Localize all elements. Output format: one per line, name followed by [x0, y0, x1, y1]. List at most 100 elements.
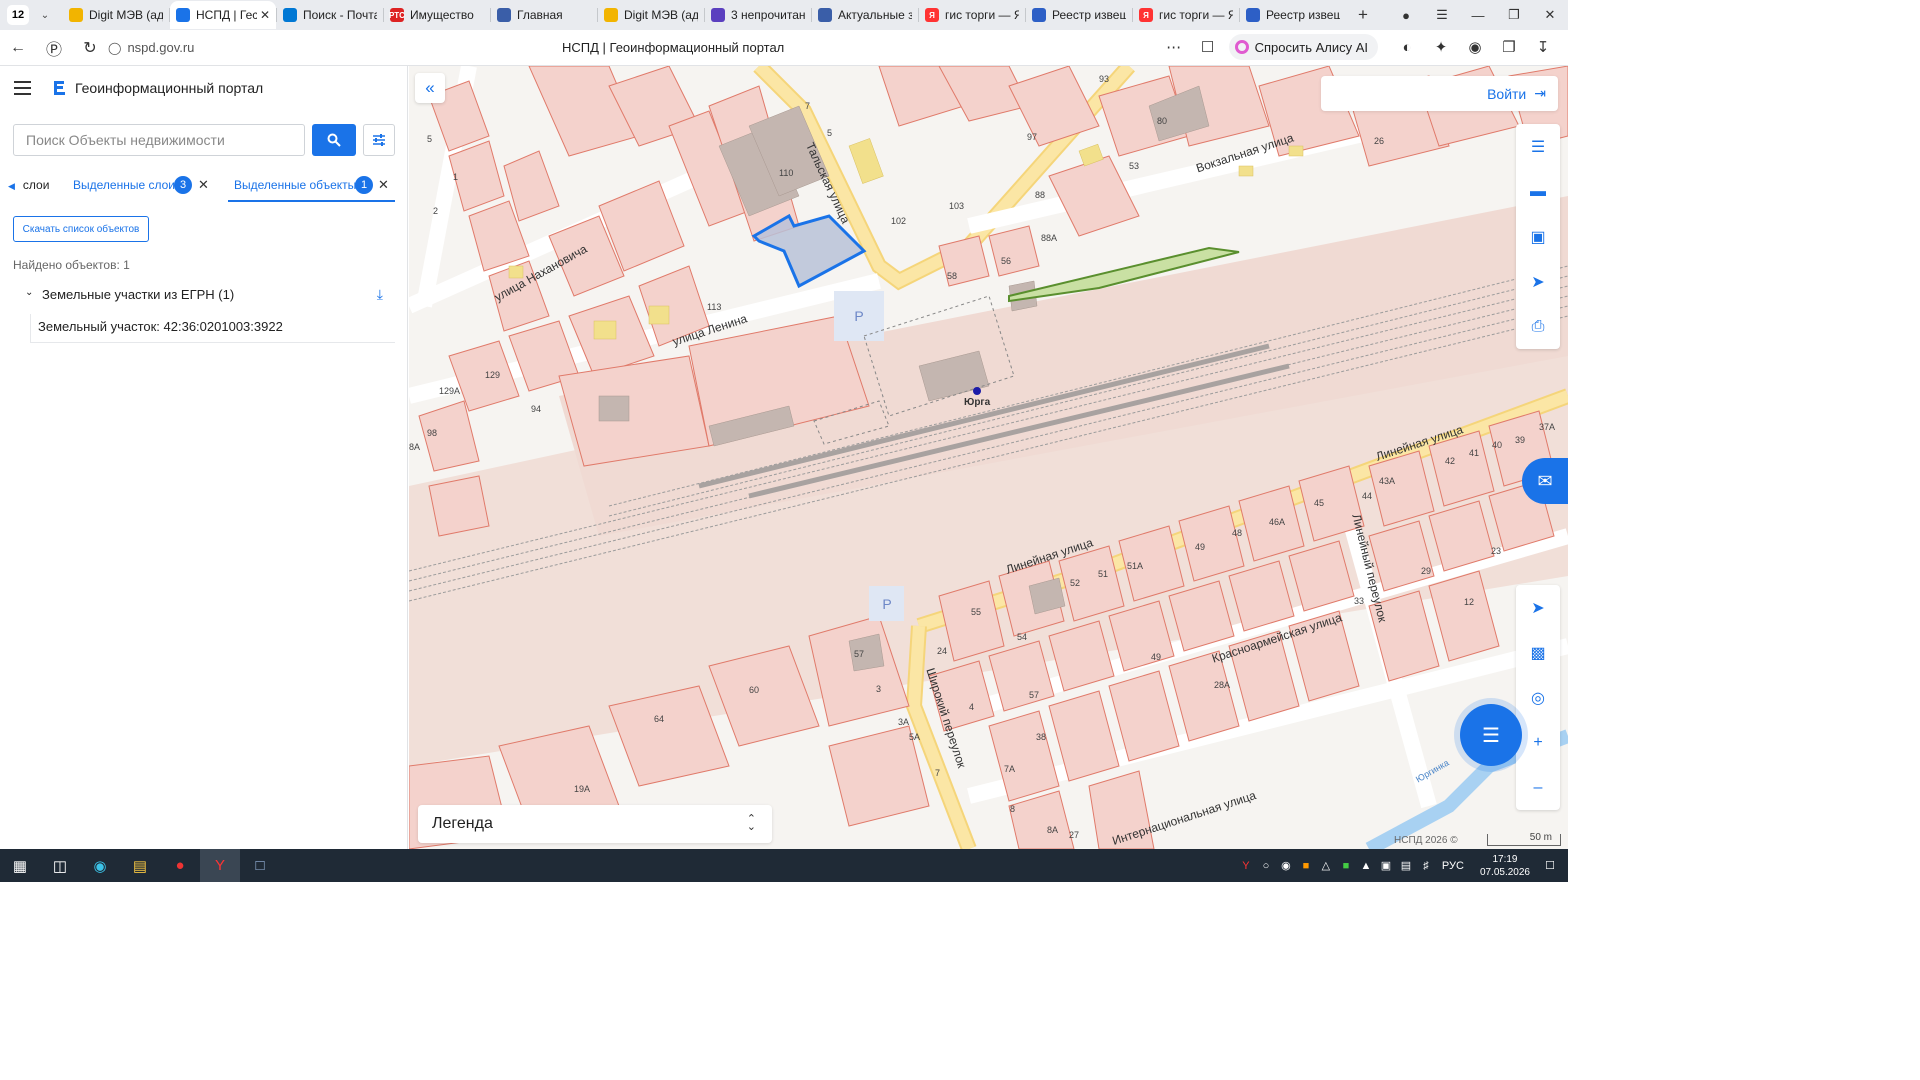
expand-icon[interactable]: ⌃ ⌄ — [747, 814, 756, 833]
extension-icon[interactable]: ◐ — [1390, 39, 1424, 56]
yandex-browser-icon[interactable]: Y — [200, 849, 240, 882]
tray-yandex-icon[interactable]: Y — [1236, 860, 1256, 872]
edge-icon[interactable]: ◉ — [80, 849, 120, 882]
close-selected-layers-icon[interactable]: ✕ — [198, 177, 209, 193]
login-button[interactable]: Войти ⇥ — [1321, 76, 1558, 111]
extension-circle-icon[interactable]: ◉ — [1458, 38, 1492, 56]
download-list-button[interactable]: Скачать список объектов — [13, 216, 149, 242]
browser-tab[interactable]: Реестр извещ — [1026, 1, 1132, 29]
clock[interactable]: 17:19 07.05.2026 — [1480, 853, 1530, 879]
tray-app-icon[interactable]: ▣ — [1376, 859, 1396, 872]
collections-icon[interactable]: ❐ — [1492, 38, 1526, 56]
system-tray: Y ○ ◉ ■ △ ■ ▲ ▣ ▤ ♯ РУС 17:19 07.05.2026 … — [1236, 849, 1560, 882]
chat-fab-button[interactable]: ☰ — [1460, 704, 1522, 766]
legend-panel[interactable]: Легенда ⌃ ⌄ — [418, 805, 772, 843]
tab-title: Имущество — [410, 8, 474, 22]
search-input[interactable]: Поиск Объекты недвижимости — [13, 124, 305, 156]
tab-selected-layers[interactable]: Выделенные слои — [73, 178, 175, 192]
browser-tab[interactable]: Реестр извещ — [1240, 1, 1346, 29]
ruler-icon[interactable]: ▬ — [1516, 169, 1560, 214]
notifications-icon[interactable]: ☐ — [1540, 859, 1560, 872]
house-number: 5 — [427, 134, 433, 144]
start-button[interactable]: ▦ — [0, 849, 40, 882]
minimap-icon[interactable]: ▩ — [1516, 630, 1560, 675]
volume-icon[interactable]: ♯ — [1416, 860, 1436, 872]
zoom-in-button[interactable]: + — [1516, 720, 1560, 765]
close-selected-objects-icon[interactable]: ✕ — [378, 177, 389, 193]
menu-burger-icon[interactable] — [14, 81, 31, 95]
geolocation-icon[interactable]: ◎ — [1516, 675, 1560, 720]
browser-tab[interactable]: Ягис торги — Я — [919, 1, 1025, 29]
browser-tab[interactable]: Ягис торги — Я — [1133, 1, 1239, 29]
collapse-sidebar-button[interactable]: « — [415, 73, 445, 103]
tray-app-icon[interactable]: ▲ — [1356, 860, 1376, 872]
tab-count-button[interactable]: 12 — [7, 5, 29, 25]
sliders-icon — [373, 134, 385, 146]
close-tab-icon[interactable]: ✕ — [260, 8, 270, 22]
minimize-button[interactable]: — — [1460, 8, 1496, 23]
shield-icon: ◯ — [108, 40, 122, 55]
browser-tab[interactable]: Digit МЭВ (ад — [598, 1, 704, 29]
yandex-home-icon[interactable]: Ⓟ — [36, 36, 72, 60]
print-icon[interactable]: ⎙ — [1516, 304, 1560, 349]
browser-tab[interactable]: РТС Имущество — [384, 1, 490, 29]
browser-tab[interactable]: 3 непрочитан — [705, 1, 811, 29]
support-chat-tab[interactable]: ✉ — [1522, 458, 1568, 504]
alice-button[interactable]: Спросить Алису AI — [1228, 34, 1378, 60]
browser-tab[interactable]: НСПД | Гес ✕ — [170, 1, 276, 29]
close-window-button[interactable]: ✕ — [1532, 7, 1568, 23]
tab-title: гис торги — Я — [945, 8, 1019, 22]
tray-app-icon[interactable]: ○ — [1256, 860, 1276, 872]
filter-settings-button[interactable] — [363, 124, 395, 156]
new-tab-button[interactable]: + — [1352, 5, 1374, 25]
app-icon[interactable]: □ — [240, 849, 280, 882]
sidebar-panel: Геоинформационный портал Поиск Объекты н… — [0, 66, 408, 849]
house-number: 129 — [485, 370, 501, 380]
browser-tab[interactable]: Digit МЭВ (ад — [63, 1, 169, 29]
list-item[interactable]: Земельный участок: 42:36:0201003:3922 — [30, 314, 395, 343]
house-number: 129А — [439, 386, 461, 396]
tab-selected-objects[interactable]: Выделенные объекты — [234, 178, 356, 192]
search-button[interactable] — [312, 124, 356, 156]
language-indicator[interactable]: РУС — [1442, 860, 1464, 872]
tab-title: Реестр извещ — [1266, 8, 1340, 22]
tab-list-chevron-icon[interactable]: ⌄ — [35, 10, 55, 21]
back-button[interactable]: ← — [0, 39, 36, 57]
locate-icon[interactable]: ➤ — [1516, 585, 1560, 630]
zoom-out-button[interactable]: – — [1516, 765, 1560, 810]
explorer-icon[interactable]: ▤ — [120, 849, 160, 882]
browser-tab[interactable]: Главная — [491, 1, 597, 29]
kaspersky-icon[interactable]: ✦ — [1424, 38, 1458, 56]
tab-layers[interactable]: ◀ слои — [8, 178, 49, 192]
scale-bar: 50 m — [1487, 833, 1561, 846]
house-number: 56 — [1001, 256, 1012, 266]
task-view-icon[interactable]: ◫ — [40, 849, 80, 882]
svg-text:P: P — [854, 308, 863, 324]
profile-icon[interactable]: ● — [1388, 8, 1424, 23]
url-field[interactable]: ◯ nspd.gov.ru — [108, 40, 194, 55]
tray-network-icon[interactable]: ▤ — [1396, 859, 1416, 872]
house-number: 28А — [1214, 680, 1231, 690]
restore-button[interactable]: ❐ — [1496, 7, 1532, 23]
alice-icon — [1234, 40, 1249, 54]
group-land-plots[interactable]: ⌄ Земельные участки из ЕГРН (1) ⤓ — [25, 286, 395, 306]
bookmark-icon[interactable]: ☐ — [1191, 38, 1225, 56]
download-icon[interactable]: ⤓ — [377, 286, 383, 303]
share-icon[interactable]: ➤ — [1516, 259, 1560, 304]
tray-app-icon[interactable]: ◉ — [1276, 859, 1296, 872]
select-area-icon[interactable]: ▣ — [1516, 214, 1560, 259]
tray-app-icon[interactable]: △ — [1316, 859, 1336, 872]
reload-button[interactable]: ↻ — [72, 38, 108, 58]
app-circle-icon[interactable]: ● — [160, 849, 200, 882]
download-icon[interactable]: ↧ — [1526, 38, 1560, 56]
map-canvas[interactable]: P P улица Нахановича Тальская улица улиц… — [409, 66, 1568, 849]
layers-icon[interactable]: ☰ — [1516, 124, 1560, 169]
more-icon[interactable]: ⋯ — [1157, 38, 1191, 56]
favicon-icon: РТС — [389, 8, 405, 22]
browser-tab[interactable]: Поиск - Почта — [277, 1, 383, 29]
house-number: 40 — [1492, 440, 1503, 450]
tray-app-icon[interactable]: ■ — [1296, 860, 1316, 872]
browser-tab[interactable]: Актуальные з — [812, 1, 918, 29]
tray-shield-icon[interactable]: ■ — [1336, 860, 1356, 872]
menu-icon[interactable]: ☰ — [1424, 7, 1460, 23]
